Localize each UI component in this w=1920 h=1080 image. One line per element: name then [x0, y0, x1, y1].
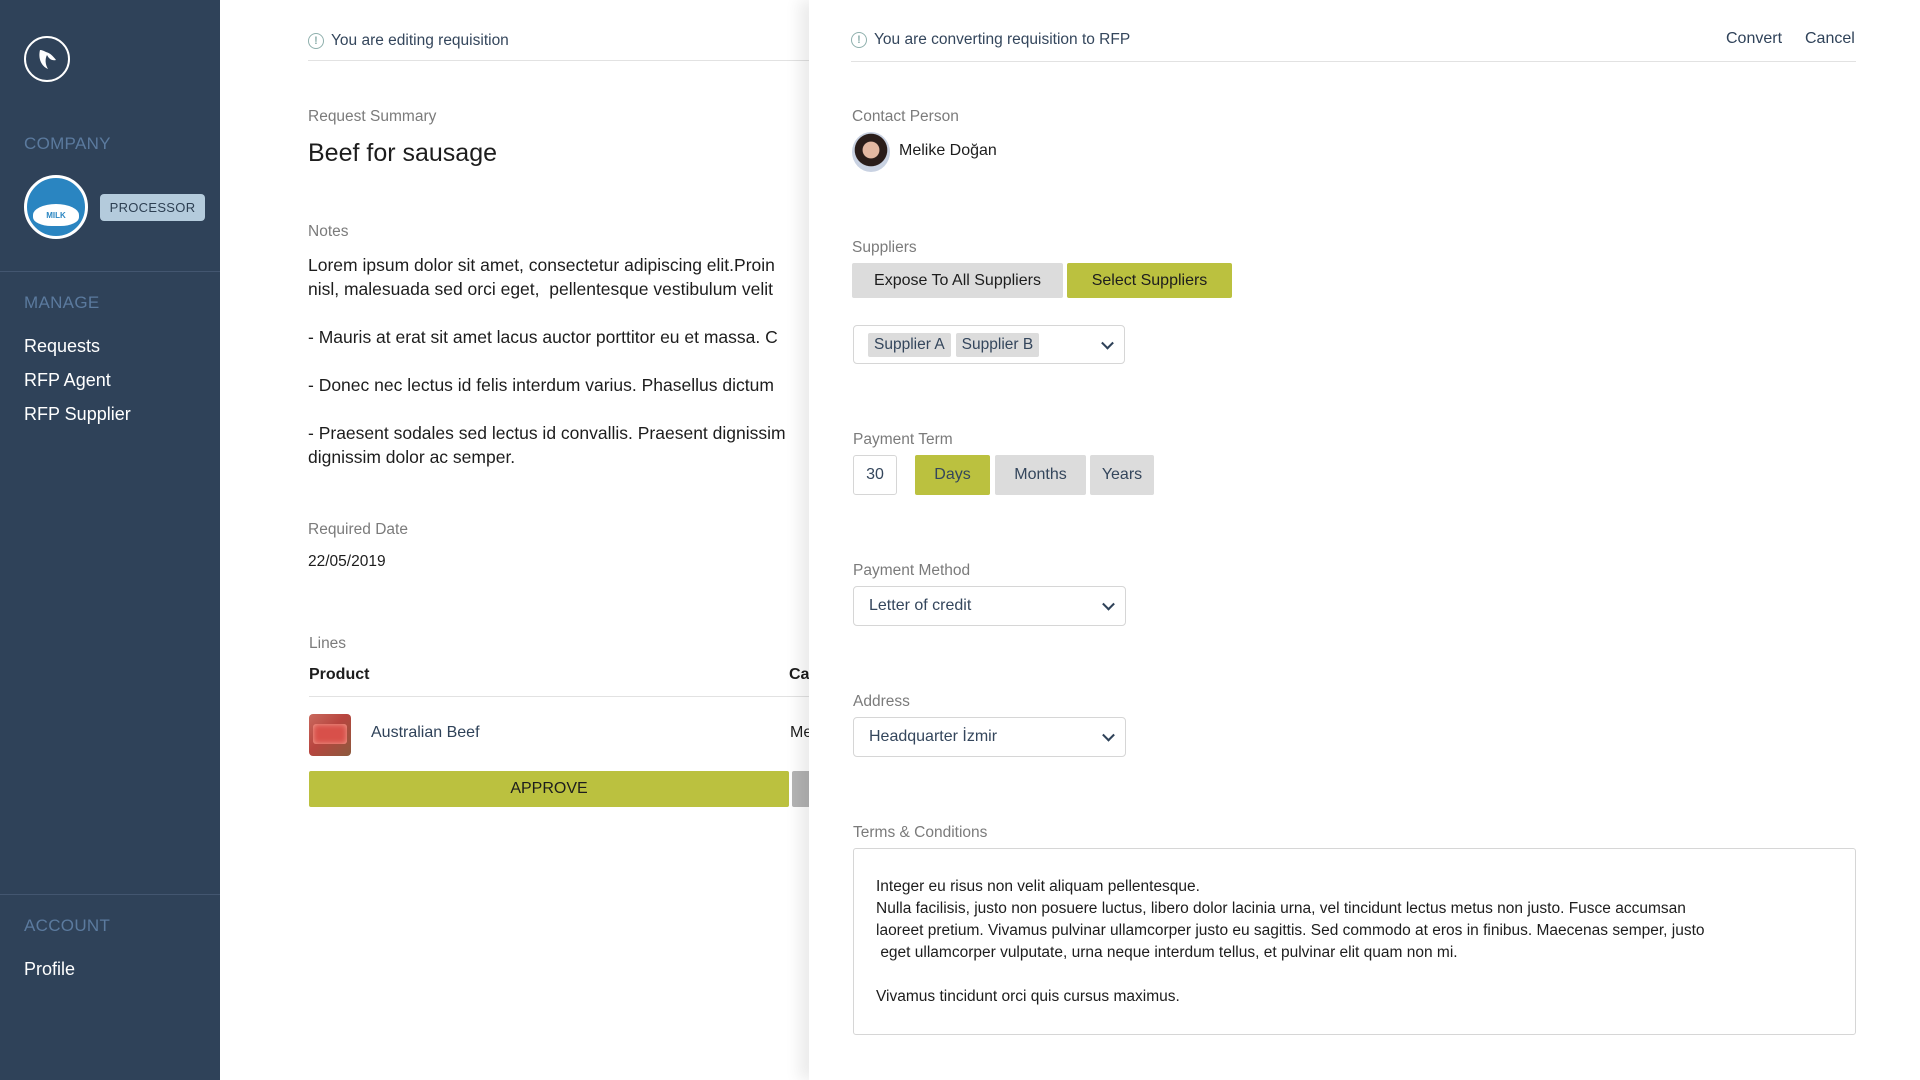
sidebar-item-rfp-supplier[interactable]: RFP Supplier: [24, 404, 131, 425]
avatar: [852, 132, 890, 172]
product-name[interactable]: Australian Beef: [371, 724, 480, 742]
payment-method-label: Payment Method: [853, 562, 971, 579]
info-icon: !: [851, 32, 867, 48]
suppliers-multiselect[interactable]: Supplier A Supplier B: [853, 325, 1125, 364]
chevron-down-icon[interactable]: [1101, 336, 1114, 350]
info-icon: !: [308, 33, 324, 49]
terms-label: Terms & Conditions: [853, 824, 988, 841]
converting-info: ! You are converting requisition to RFP: [851, 31, 1130, 49]
sidebar-item-requests[interactable]: Requests: [24, 336, 100, 357]
sidebar-divider: [0, 894, 220, 895]
term-unit-days[interactable]: Days: [915, 455, 990, 495]
header-divider: [308, 60, 828, 61]
chevron-down-icon[interactable]: [1102, 728, 1115, 742]
address-label: Address: [853, 693, 910, 710]
company-logo: MILK: [24, 175, 88, 239]
editing-info-text: You are editing requisition: [331, 32, 509, 49]
required-date-label: Required Date: [308, 521, 408, 538]
manage-heading: MANAGE: [24, 293, 100, 312]
terms-textarea[interactable]: Integer eu risus non velit aliquam pelle…: [853, 848, 1856, 1035]
address-select[interactable]: Headquarter İzmir: [853, 717, 1126, 757]
expose-to-all-suppliers-button[interactable]: Expose To All Suppliers: [852, 263, 1063, 298]
payment-term-input[interactable]: [853, 455, 897, 495]
lines-label: Lines: [309, 635, 347, 652]
converting-info-text: You are converting requisition to RFP: [874, 31, 1131, 48]
account-heading: ACCOUNT: [24, 916, 111, 935]
product-image: [309, 714, 351, 756]
sidebar-item-profile[interactable]: Profile: [24, 959, 75, 980]
contact-person-name: Melike Doğan: [899, 142, 997, 159]
sidebar-divider: [0, 271, 220, 272]
address-value: Headquarter İzmir: [869, 728, 998, 745]
payment-method-select[interactable]: Letter of credit: [853, 586, 1126, 626]
suppliers-label: Suppliers: [852, 239, 917, 256]
company-heading: COMPANY: [24, 134, 111, 153]
cancel-button[interactable]: Cancel: [1805, 30, 1855, 48]
supplier-tag[interactable]: Supplier A: [868, 332, 951, 357]
role-badge: PROCESSOR: [100, 194, 205, 221]
term-unit-months[interactable]: Months: [995, 455, 1086, 495]
term-unit-years[interactable]: Years: [1090, 455, 1154, 495]
contact-person-label: Contact Person: [852, 108, 959, 125]
request-summary-label: Request Summary: [308, 108, 437, 125]
column-header-product: Product: [309, 666, 370, 683]
chevron-down-icon[interactable]: [1102, 597, 1115, 611]
convert-button[interactable]: Convert: [1726, 30, 1782, 48]
table-divider: [309, 696, 829, 697]
column-header-category: Ca: [789, 666, 810, 683]
bird-logo-icon[interactable]: [24, 36, 70, 82]
editing-info: ! You are editing requisition: [308, 32, 509, 50]
sidebar: COMPANY MILK PROCESSOR MANAGE Requests R…: [0, 0, 220, 1080]
supplier-tag[interactable]: Supplier B: [955, 332, 1040, 357]
payment-term-label: Payment Term: [853, 431, 953, 448]
panel-header-divider: [851, 61, 1856, 62]
company-logo-text: MILK: [33, 204, 79, 226]
notes-text: Lorem ipsum dolor sit amet, consectetur …: [308, 255, 786, 467]
sidebar-item-rfp-agent[interactable]: RFP Agent: [24, 370, 111, 391]
select-suppliers-button[interactable]: Select Suppliers: [1067, 263, 1232, 298]
notes-label: Notes: [308, 223, 349, 240]
request-summary-title: Beef for sausage: [308, 139, 498, 167]
approve-button[interactable]: APPROVE: [309, 771, 789, 807]
required-date-value: 22/05/2019: [308, 553, 386, 570]
payment-method-value: Letter of credit: [869, 597, 972, 614]
